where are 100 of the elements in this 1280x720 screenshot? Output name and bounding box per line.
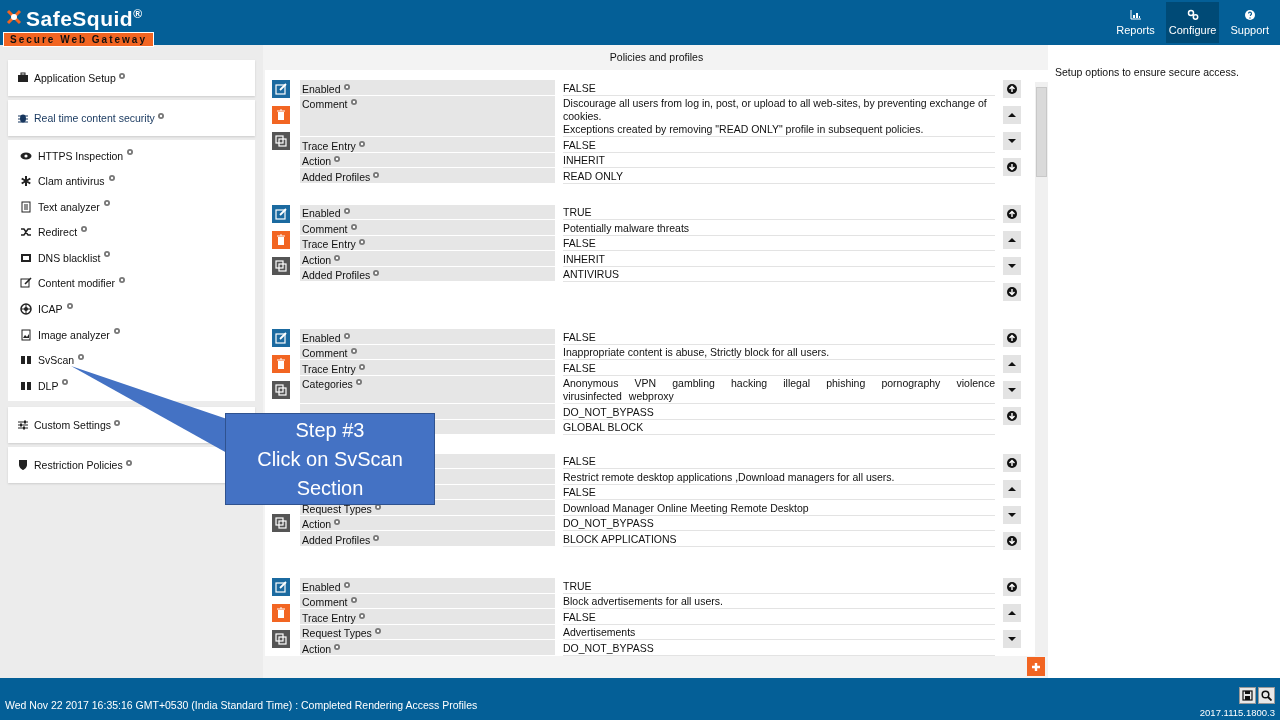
move-bottom-button[interactable] <box>1003 407 1021 426</box>
move-down-button[interactable] <box>1003 630 1021 649</box>
field-value: Inappropriate content is abuse, Strictly block for all users. <box>563 344 995 361</box>
sidebar-item[interactable]: Content modifier <box>38 277 116 290</box>
dot-icon <box>358 363 365 370</box>
callout-text: Click on SvScan <box>257 446 403 472</box>
edit-button[interactable] <box>272 578 290 597</box>
delete-button[interactable] <box>272 355 290 374</box>
move-down-button[interactable] <box>1003 505 1021 524</box>
sidebar-section-label[interactable]: Custom Settings <box>34 419 112 432</box>
sidebar-item[interactable]: Redirect <box>38 226 78 239</box>
nav-tab[interactable]: Configure <box>1165 2 1220 43</box>
bars-icon <box>20 379 32 392</box>
move-bottom-button[interactable] <box>1003 158 1021 176</box>
sidebar-item[interactable]: ICAP <box>38 303 63 316</box>
logo-tagline: Secure Web Gateway <box>3 32 154 47</box>
copy-button[interactable] <box>272 256 290 275</box>
search-button[interactable] <box>1258 687 1275 704</box>
move-bottom-button[interactable] <box>1003 282 1021 301</box>
sidebar-item[interactable]: DNS blacklist <box>38 251 101 264</box>
copy-button[interactable] <box>272 630 290 649</box>
sidebar-section-label[interactable]: Restriction Policies <box>34 459 123 472</box>
field-value: Anonymous VPN gambling hacking illegal phishing pornography violence virusinfected webproxy <box>563 375 995 405</box>
delete-button[interactable] <box>272 106 290 124</box>
move-bottom-button[interactable] <box>1003 531 1021 550</box>
field-value: TRUE <box>563 578 995 594</box>
move-top-button[interactable] <box>1003 453 1021 472</box>
dot-icon <box>113 328 120 335</box>
edit-button[interactable] <box>272 204 290 223</box>
move-top-button[interactable] <box>1003 329 1021 348</box>
plus-icon <box>1031 661 1041 672</box>
search-icon <box>1261 690 1272 701</box>
nav-tab[interactable]: Reports <box>1113 2 1158 43</box>
copy-button[interactable] <box>272 132 290 150</box>
field-value: BLOCK APPLICATIONS <box>563 531 995 547</box>
scroll-thumb[interactable] <box>1036 87 1047 177</box>
move-down-button[interactable] <box>1003 256 1021 275</box>
sidebar-section-label[interactable]: Application Setup <box>34 72 116 84</box>
field-value: FALSE <box>563 80 995 96</box>
save-button[interactable] <box>1239 687 1256 704</box>
shield-icon <box>17 459 29 472</box>
document-icon <box>20 200 32 213</box>
dot-icon <box>334 519 341 526</box>
move-top-button[interactable] <box>1003 80 1021 98</box>
edit-button[interactable] <box>272 329 290 348</box>
move-down-button[interactable] <box>1003 132 1021 150</box>
field-value: DO_NOT_BYPASS <box>563 404 995 420</box>
sidebar-section-label[interactable]: Real time content security <box>34 112 155 124</box>
scrollbar[interactable] <box>1035 82 1048 656</box>
move-up-button[interactable] <box>1003 604 1021 623</box>
circle-down-arrow-icon <box>1006 285 1018 298</box>
edit-icon <box>274 82 288 96</box>
sidebar-section[interactable]: Application Setup <box>8 60 255 96</box>
copy-button[interactable] <box>272 381 290 400</box>
sidebar-item[interactable]: Image analyzer <box>38 328 110 341</box>
move-top-button[interactable] <box>1003 204 1021 223</box>
nav-tab[interactable]: Support <box>1227 2 1272 43</box>
move-top-button[interactable] <box>1003 578 1021 597</box>
move-up-button[interactable] <box>1003 230 1021 249</box>
image-icon <box>20 328 32 341</box>
field-label: Enabled <box>302 332 341 344</box>
sidebar-item[interactable]: DLP <box>38 379 59 392</box>
copy-icon <box>274 515 288 530</box>
dot-icon <box>343 208 350 215</box>
field-label: Added Profiles <box>302 534 371 546</box>
field-value: FALSE <box>563 329 995 345</box>
sidebar-section[interactable]: Real time content security <box>8 100 255 136</box>
sidebar-item[interactable]: Text analyzer <box>38 200 100 213</box>
field-label: Categories <box>302 379 353 391</box>
dot-icon <box>374 628 381 635</box>
add-button[interactable] <box>1027 657 1045 676</box>
copy-button[interactable] <box>272 513 290 532</box>
dot-icon <box>114 420 121 427</box>
field-value: Potentially malware threats <box>563 220 995 236</box>
dot-icon <box>78 353 85 360</box>
sidebar-item[interactable]: SvScan <box>38 354 75 367</box>
move-down-button[interactable] <box>1003 381 1021 400</box>
field-label: Comment <box>302 223 348 235</box>
field-label: Action <box>302 519 332 531</box>
field-value: Block advertisements for all users. <box>563 593 995 610</box>
dot-icon <box>343 332 350 339</box>
field-value: Advertisements <box>563 624 995 641</box>
trash-icon <box>274 357 288 372</box>
move-up-button[interactable] <box>1003 479 1021 498</box>
move-up-button[interactable] <box>1003 355 1021 374</box>
callout-text: Section <box>296 475 364 501</box>
sidebar-item[interactable]: HTTPS Inspection <box>38 149 124 162</box>
trash-icon <box>274 232 288 247</box>
sidebar-item[interactable]: Clam antivirus <box>38 175 105 188</box>
dot-icon <box>350 348 357 355</box>
circle-up-arrow-icon <box>1006 456 1018 469</box>
circle-down-arrow-icon <box>1006 534 1018 547</box>
field-label: Trace Entry <box>302 363 356 375</box>
gears-icon <box>1186 9 1199 21</box>
delete-button[interactable] <box>272 604 290 623</box>
edit-button[interactable] <box>272 80 290 98</box>
delete-button[interactable] <box>272 230 290 249</box>
circle-up-arrow-icon <box>1006 332 1018 345</box>
circle-down-arrow-icon <box>1006 410 1018 423</box>
move-up-button[interactable] <box>1003 106 1021 124</box>
